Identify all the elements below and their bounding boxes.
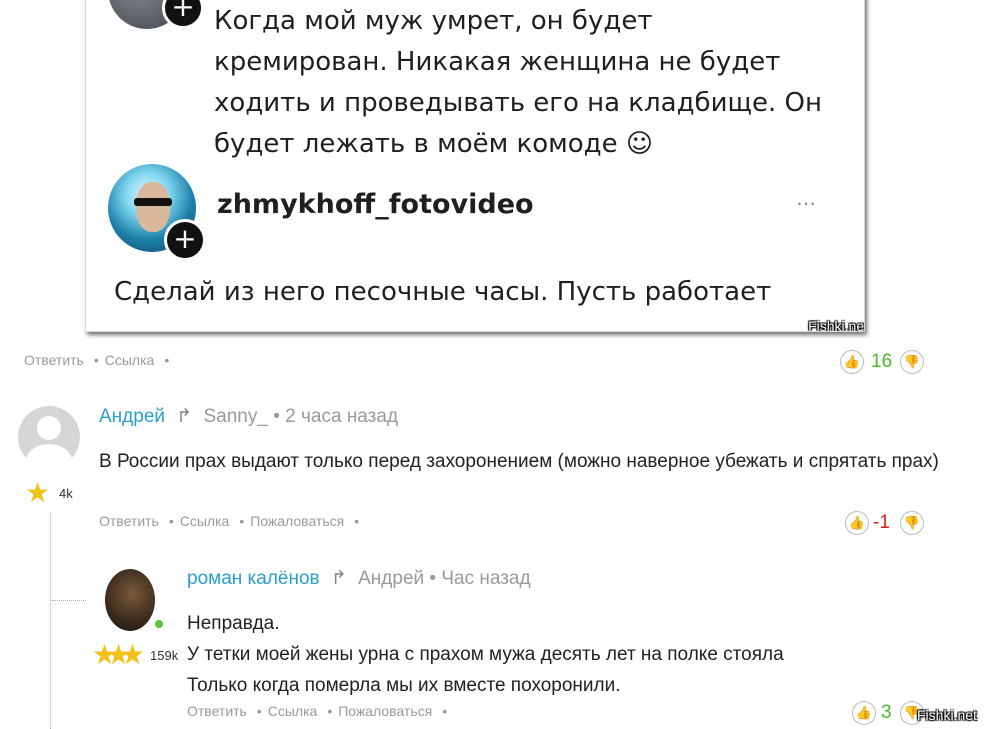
permalink-link[interactable]: Ссылка — [268, 703, 318, 719]
comment-header: Андрей ↱ Sanny_ • 2 часа назад — [99, 406, 399, 427]
thumbs-down-icon[interactable]: 👎 — [900, 511, 924, 535]
thumbs-up-icon[interactable]: 👍 — [845, 511, 869, 535]
author-link[interactable]: Андрей — [99, 406, 165, 427]
thread-branch — [52, 600, 86, 601]
reply-link[interactable]: Ответить — [24, 352, 84, 368]
comment-line: ходить и проведывать его на кладбище. Он — [214, 88, 822, 118]
comment-score: -1 — [873, 512, 890, 533]
comment-line: будет лежать в моём комоде ☺ — [214, 129, 653, 159]
more-options-icon: ⋯ — [796, 191, 818, 215]
author-link[interactable]: роман калёнов — [187, 568, 320, 589]
online-indicator — [155, 620, 163, 628]
reply-to-link[interactable]: Андрей — [358, 568, 424, 589]
permalink-link[interactable]: Ссылка — [180, 513, 230, 529]
post-score: 16 — [871, 351, 893, 372]
thumbs-up-icon[interactable]: 👍 — [840, 350, 864, 374]
comment-line: Только когда померла мы их вместе похоро… — [187, 675, 621, 696]
reply-arrow-icon: ↱ — [176, 406, 193, 427]
comment-header: роман калёнов ↱ Андрей • Час назад — [187, 568, 531, 589]
reply-arrow-icon: ↱ — [330, 568, 347, 589]
rank-star-icon: ★ — [25, 477, 51, 508]
comment-text: В России прах выдают только перед захоро… — [99, 451, 939, 472]
comment-text: Неправда. У тетки моей жены урна с прахо… — [187, 608, 947, 701]
comment-time[interactable]: Час назад — [441, 568, 530, 589]
comment-line: кремирован. Никакая женщина не будет — [214, 47, 781, 77]
thumbs-up-icon[interactable]: 👍 — [852, 701, 876, 725]
comment-time[interactable]: 2 часа назад — [285, 406, 398, 427]
report-link[interactable]: Пожаловаться — [338, 703, 432, 719]
follow-plus-icon: + — [162, 0, 204, 29]
comment-actions: Ответить • Ссылка • Пожаловаться • — [187, 703, 448, 719]
embedded-screenshot: + Когда мой муж умрет, он будет кремиров… — [85, 0, 865, 332]
reply-link[interactable]: Ответить — [187, 703, 247, 719]
reply-to-link[interactable]: Sanny_ — [203, 406, 267, 427]
comment-score: 3 — [881, 702, 892, 723]
comment-line: У тетки моей жены урна с прахом мужа дес… — [187, 644, 784, 665]
comment-line: Когда мой муж умрет, он будет — [214, 6, 653, 36]
embedded-comment-text: Когда мой муж умрет, он будет кремирован… — [214, 1, 854, 165]
reply-text: Сделай из него песочные часы. Пусть рабо… — [114, 277, 772, 307]
follow-plus-icon: + — [164, 219, 206, 261]
watermark: Fishki.net — [917, 707, 977, 723]
reply-username: zhmykhoff_fotovideo — [217, 189, 534, 220]
report-link[interactable]: Пожаловаться — [250, 513, 344, 529]
reply-link[interactable]: Ответить — [99, 513, 159, 529]
user-rank: 4k — [59, 486, 73, 501]
comment-actions: Ответить • Ссылка • Пожаловаться • — [99, 513, 360, 529]
watermark: Fishki.net — [808, 318, 865, 332]
thumbs-down-icon[interactable]: 👎 — [900, 350, 924, 374]
permalink-link[interactable]: Ссылка — [105, 352, 155, 368]
avatar[interactable] — [105, 569, 155, 631]
comment-line: Неправда. — [187, 613, 280, 634]
thread-line — [50, 512, 51, 729]
post-actions: Ответить • Ссылка • — [24, 352, 170, 368]
avatar[interactable] — [18, 406, 80, 468]
user-rank: 159k — [150, 648, 179, 663]
rank-star-icon: ★ — [120, 639, 146, 670]
